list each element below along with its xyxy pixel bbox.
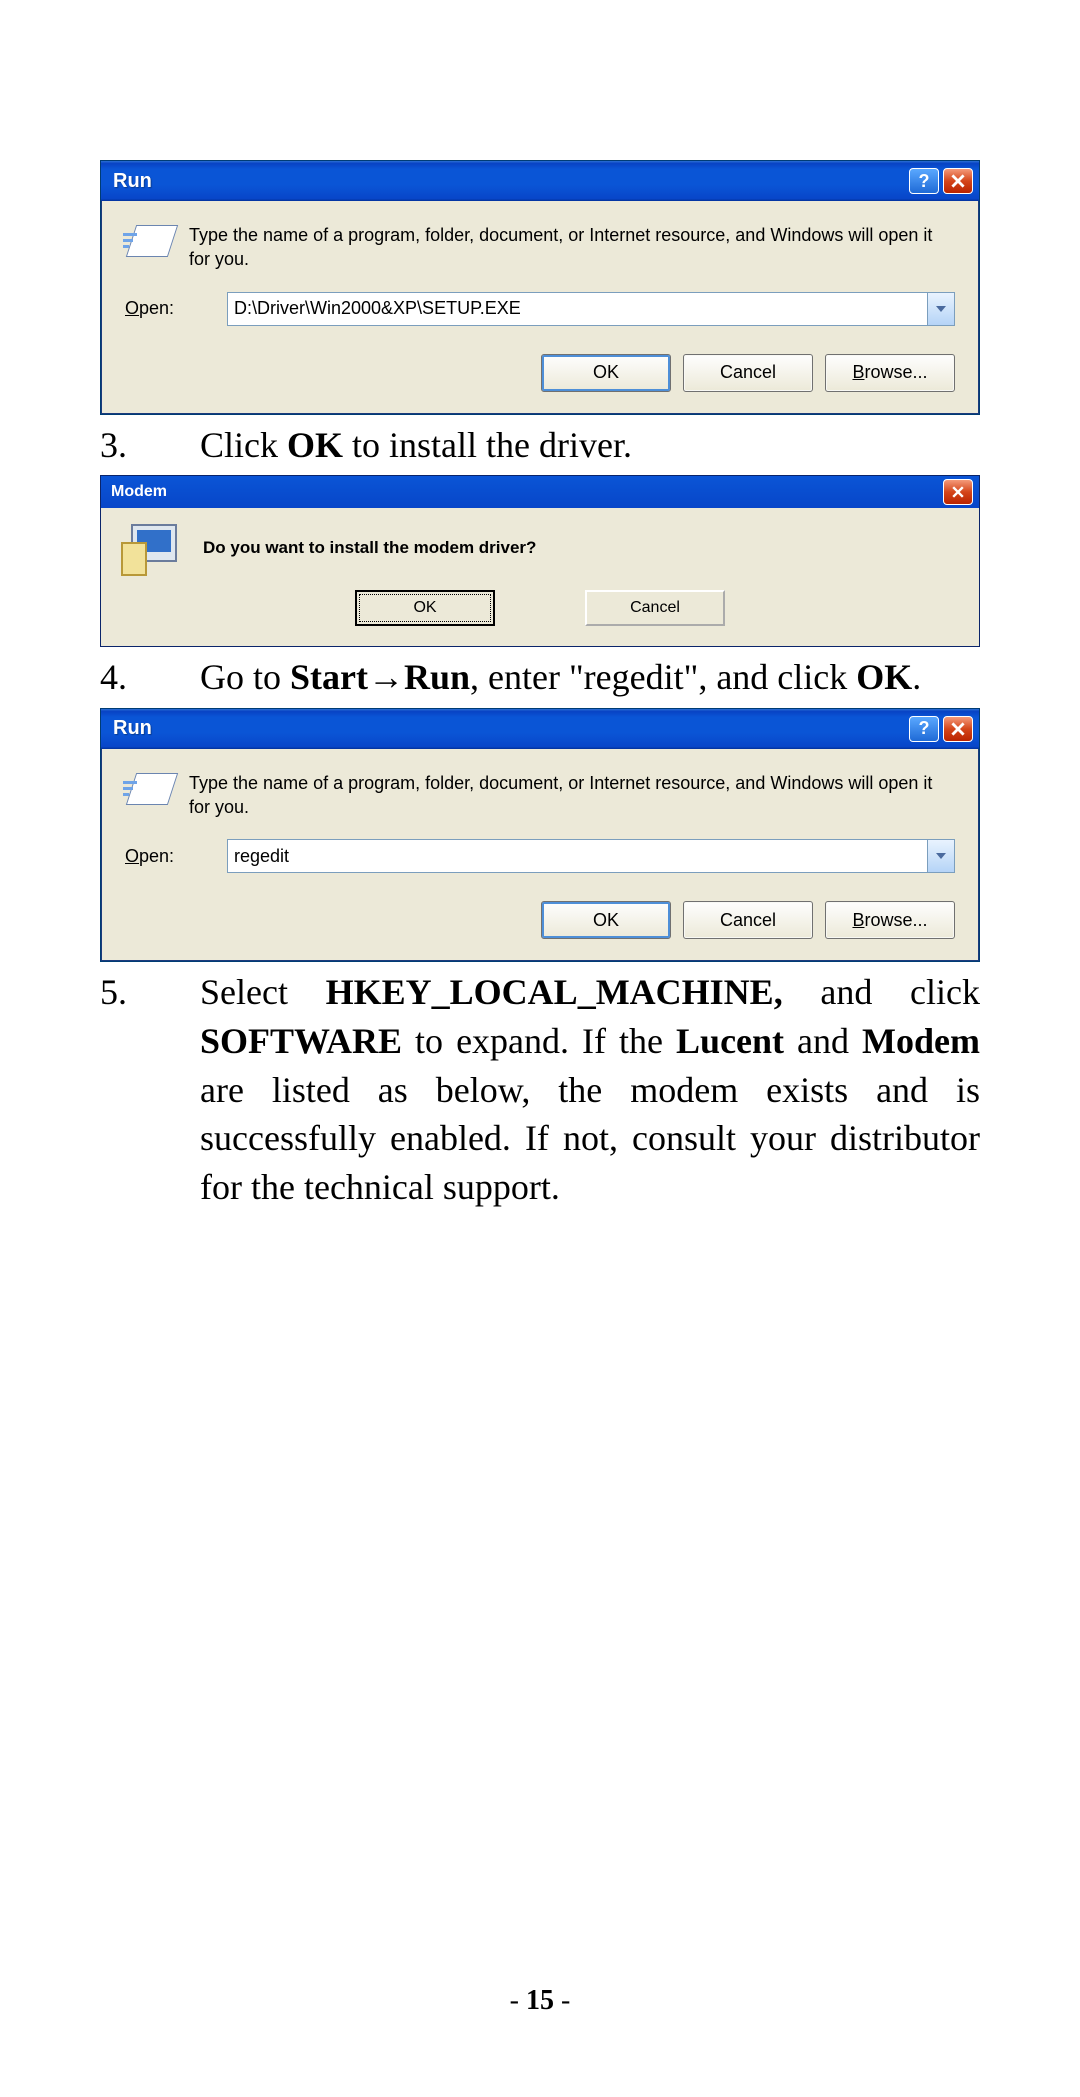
run-dialog-1: Run ? Type the name of a program, folder… <box>100 160 980 415</box>
ok-button[interactable]: OK <box>355 590 495 626</box>
browse-button[interactable]: Browse... <box>825 354 955 392</box>
ok-button[interactable]: OK <box>541 354 671 392</box>
open-label: Open: <box>125 298 215 319</box>
run-dialog-2: Run ? Type the name of a program, folder… <box>100 708 980 963</box>
titlebar: Run ? <box>101 161 979 201</box>
step-5: 5. Select HKEY_LOCAL_MACHINE, and click … <box>100 968 980 1211</box>
open-label: Open: <box>125 846 215 867</box>
modem-dialog: Modem Do you want to install the modem d… <box>100 475 980 647</box>
close-icon[interactable] <box>943 716 973 742</box>
run-icon <box>125 771 175 815</box>
titlebar: Run ? <box>101 709 979 749</box>
dropdown-arrow-icon[interactable] <box>927 840 954 872</box>
run-description: Type the name of a program, folder, docu… <box>189 771 955 820</box>
dropdown-arrow-icon[interactable] <box>927 293 954 325</box>
window-title: Modem <box>111 483 939 501</box>
page-number: - 15 - <box>0 1985 1080 2017</box>
open-value: regedit <box>234 846 289 867</box>
document-page: Run ? Type the name of a program, folder… <box>0 0 1080 1277</box>
run-description: Type the name of a program, folder, docu… <box>189 223 955 272</box>
run-icon <box>125 223 175 267</box>
modem-question: Do you want to install the modem driver? <box>203 538 536 558</box>
cancel-button[interactable]: Cancel <box>683 901 813 939</box>
help-icon[interactable]: ? <box>909 716 939 742</box>
cancel-button[interactable]: Cancel <box>683 354 813 392</box>
browse-button[interactable]: Browse... <box>825 901 955 939</box>
install-icon <box>121 524 175 572</box>
step-4: 4. Go to Start→Run, enter "regedit", and… <box>100 653 980 702</box>
window-title: Run <box>113 170 905 193</box>
cancel-button[interactable]: Cancel <box>585 590 725 626</box>
help-icon[interactable]: ? <box>909 168 939 194</box>
open-value: D:\Driver\Win2000&XP\SETUP.EXE <box>234 298 521 319</box>
close-icon[interactable] <box>943 479 973 505</box>
step-3: 3. Click OK to install the driver. <box>100 421 980 470</box>
window-title: Run <box>113 717 905 740</box>
titlebar: Modem <box>101 476 979 508</box>
open-input[interactable]: D:\Driver\Win2000&XP\SETUP.EXE <box>227 292 955 326</box>
ok-button[interactable]: OK <box>541 901 671 939</box>
close-icon[interactable] <box>943 168 973 194</box>
open-input[interactable]: regedit <box>227 839 955 873</box>
